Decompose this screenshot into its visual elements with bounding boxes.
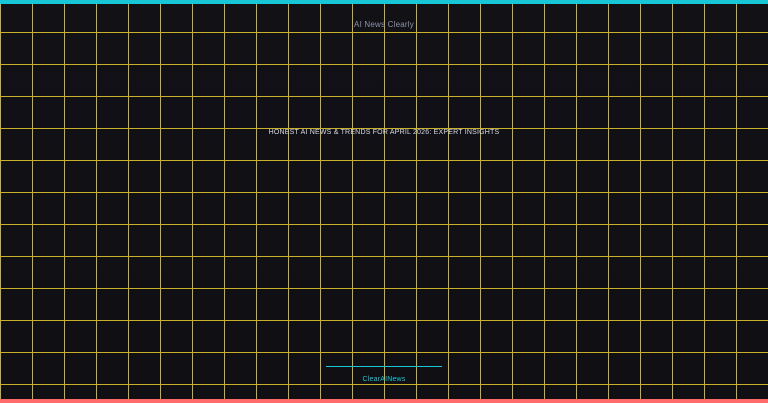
bottom-accent-bar <box>0 399 768 403</box>
footer-brand-link[interactable]: ClearAINews <box>0 376 768 383</box>
footer-divider <box>326 366 442 367</box>
hero-subtitle: HONEST AI NEWS & TRENDS FOR APRIL 2026: … <box>268 129 500 136</box>
top-accent-bar <box>0 0 768 4</box>
page-canvas: AI News Clearly HONEST AI NEWS & TRENDS … <box>0 0 768 403</box>
site-title: AI News Clearly <box>354 20 414 29</box>
